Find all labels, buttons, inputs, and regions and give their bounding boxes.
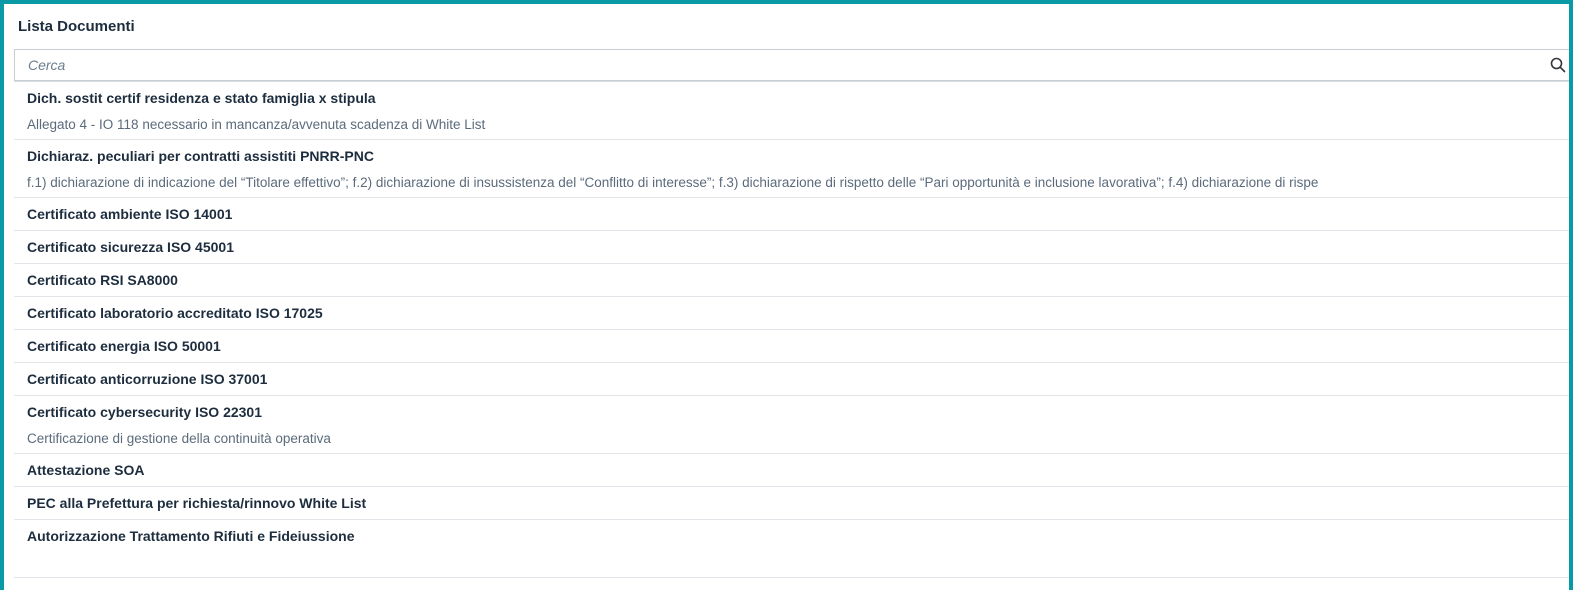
item-title: Attestazione SOA <box>27 462 145 478</box>
list-item[interactable]: Certificato energia ISO 50001 <box>14 330 1569 363</box>
search-bar <box>14 49 1569 81</box>
list-item[interactable]: Certificato anticorruzione ISO 37001 <box>14 363 1569 396</box>
item-title: Certificato laboratorio accreditato ISO … <box>27 305 323 321</box>
item-title: Dich. sostit certif residenza e stato fa… <box>27 90 376 106</box>
list-item[interactable]: Autorizzazione Trattamento Rifiuti e Fid… <box>14 520 1569 578</box>
item-title: Certificato RSI SA8000 <box>27 272 178 288</box>
item-description: Certificazione di gestione della continu… <box>27 431 331 446</box>
item-title: Autorizzazione Trattamento Rifiuti e Fid… <box>27 528 355 544</box>
item-title: PEC alla Prefettura per richiesta/rinnov… <box>27 495 367 511</box>
list-item[interactable]: Dich. sostit certif residenza e stato fa… <box>14 82 1569 140</box>
list-item[interactable]: Certificato RSI SA8000 <box>14 264 1569 297</box>
item-title: Certificato energia ISO 50001 <box>27 338 221 354</box>
list-item[interactable]: Certificato cybersecurity ISO 22301 Cert… <box>14 396 1569 454</box>
item-title: Certificato ambiente ISO 14001 <box>27 206 233 222</box>
item-title: Certificato anticorruzione ISO 37001 <box>27 371 268 387</box>
panel-header: Lista Documenti <box>4 4 1569 49</box>
page-title: Lista Documenti <box>18 18 135 35</box>
search-input[interactable] <box>15 50 1547 80</box>
search-icon[interactable] <box>1547 50 1569 80</box>
list-item[interactable]: Certificato sicurezza ISO 45001 <box>14 231 1569 264</box>
item-title: Certificato cybersecurity ISO 22301 <box>27 404 263 420</box>
document-list-panel: Lista Documenti Dich. sostit certif resi… <box>0 0 1573 590</box>
item-description: Allegato 4 - IO 118 necessario in mancan… <box>27 117 486 132</box>
list-item[interactable]: Dichiaraz. peculiari per contratti assis… <box>14 140 1569 198</box>
list-item[interactable]: Certificato ambiente ISO 14001 <box>14 198 1569 231</box>
list-item[interactable]: Certificato laboratorio accreditato ISO … <box>14 297 1569 330</box>
item-title: Dichiaraz. peculiari per contratti assis… <box>27 148 374 164</box>
item-title: Certificato sicurezza ISO 45001 <box>27 239 234 255</box>
document-list: Dich. sostit certif residenza e stato fa… <box>14 81 1569 578</box>
item-description: f.1) dichiarazione di indicazione del “T… <box>27 175 1319 190</box>
list-item[interactable]: PEC alla Prefettura per richiesta/rinnov… <box>14 487 1569 520</box>
list-item[interactable]: Attestazione SOA <box>14 454 1569 487</box>
